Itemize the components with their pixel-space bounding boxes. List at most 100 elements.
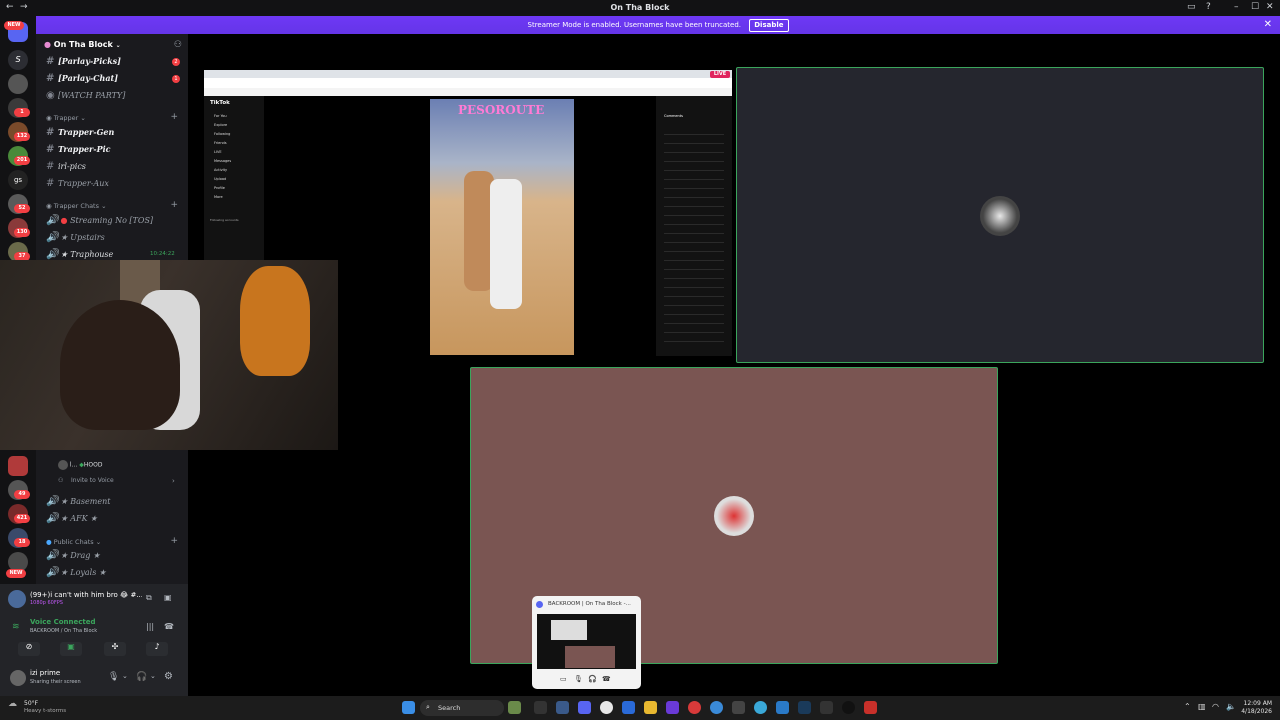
disconnect-icon[interactable]: ☎ (602, 675, 611, 683)
search-box[interactable]: ⌕ Search (420, 700, 504, 716)
help-icon[interactable]: ? (1206, 2, 1211, 12)
comments-tab[interactable]: Comments (664, 114, 683, 118)
stream-settings-icon[interactable]: ⧉ (146, 593, 152, 603)
add-channel-icon[interactable]: + (170, 200, 178, 210)
file-explorer-icon[interactable] (644, 701, 657, 714)
terminal-icon[interactable] (820, 701, 833, 714)
voice-member[interactable]: l... ◆HOOD (58, 460, 102, 470)
volume-icon[interactable]: 🔈 (1226, 702, 1236, 711)
channel-watch-party[interactable]: ◉ [WATCH PARTY] (46, 90, 125, 101)
clock-date[interactable]: 4/18/2026 (1240, 708, 1272, 715)
channel-trapper-pic[interactable]: # Trapper-Pic (46, 144, 111, 155)
noise-suppression-icon[interactable]: ||| (146, 622, 154, 631)
app-icon[interactable] (710, 701, 723, 714)
chevron-down-icon[interactable]: ⌄ (122, 672, 128, 680)
voice-tile[interactable] (736, 67, 1264, 363)
close-banner-icon[interactable]: ✕ (1264, 16, 1272, 34)
category-trapper-chats[interactable]: ◉ Trapper Chats ⌄ (46, 202, 107, 210)
add-member-icon[interactable]: ⚇ (174, 40, 182, 50)
wifi-icon[interactable]: ◠ (1212, 702, 1219, 711)
channel-loyals[interactable]: 🔊 ★ Loyals ★ (46, 567, 106, 578)
invite-to-voice[interactable]: ⚇ Invite to Voice (58, 477, 114, 484)
app-icon[interactable] (622, 701, 635, 714)
headphones-icon[interactable]: 🎧 (136, 672, 147, 682)
chevron-right-icon[interactable]: › (172, 477, 175, 485)
minimize-icon[interactable]: – (1234, 2, 1239, 12)
voice-status[interactable]: Voice Connected (30, 618, 96, 626)
disable-streamer-mode-button[interactable]: Disable (749, 19, 789, 32)
tiktok-nav-item[interactable]: For You (214, 114, 227, 118)
activities-button[interactable]: ✣ (104, 642, 126, 656)
widgets-icon[interactable] (508, 701, 521, 714)
screen-share-button[interactable]: ▣ (60, 642, 82, 656)
screen-icon[interactable]: ▣ (164, 593, 172, 602)
chevron-down-icon[interactable]: ⌄ (150, 672, 156, 680)
discord-icon[interactable] (578, 701, 591, 714)
tiktok-video[interactable]: PESOROUTE (430, 99, 574, 355)
weather-temp[interactable]: 50°F (24, 700, 38, 707)
clock-time[interactable]: 12:09 AM (1242, 700, 1272, 707)
app-icon[interactable] (556, 701, 569, 714)
tiktok-nav-item[interactable]: Following (214, 132, 230, 136)
disconnect-icon[interactable]: ☎ (164, 622, 174, 631)
app-icon[interactable] (666, 701, 679, 714)
add-channel-icon[interactable]: + (170, 536, 178, 546)
headphones-icon[interactable]: 🎧 (588, 675, 597, 683)
stake-server-icon[interactable]: S (8, 50, 28, 70)
chevron-up-icon[interactable]: ⌃ (1184, 702, 1191, 711)
network-icon[interactable]: ▥ (1198, 702, 1206, 711)
channel-upstairs[interactable]: 🔊 ★ Upstairs (46, 232, 105, 243)
tiktok-nav-item[interactable]: Explore (214, 123, 227, 127)
inbox-icon[interactable]: ▭ (1187, 2, 1196, 12)
voice-location[interactable]: BACKROOM / On Tha Block (30, 628, 97, 634)
microphone-icon[interactable]: 🎙 (108, 672, 119, 682)
category-trapper[interactable]: ◉ Trapper ⌄ (46, 114, 86, 122)
chrome-icon[interactable] (600, 701, 613, 714)
tiktok-nav-item[interactable]: Friends (214, 141, 227, 145)
tiktok-nav-item[interactable]: Messages (214, 159, 231, 163)
steam-icon[interactable] (798, 701, 811, 714)
channel-parlay-picks[interactable]: # [Parlay-Picks] (46, 56, 121, 67)
channel-trapper-aux[interactable]: # Trapper-Aux (46, 178, 109, 189)
channel-irl-pics[interactable]: # irl-pics (46, 161, 86, 172)
task-view-icon[interactable] (534, 701, 547, 714)
discord-icon (536, 601, 543, 608)
soundboard-button[interactable]: ♪ (146, 642, 168, 656)
server-icon[interactable] (8, 456, 28, 476)
channel-parlay-chat[interactable]: # [Parlay-Chat] (46, 73, 118, 84)
channel-streaming-no-tos[interactable]: 🔊 ● Streaming No [TOS] (46, 215, 153, 226)
start-icon[interactable] (402, 701, 415, 714)
obs-icon[interactable] (842, 701, 855, 714)
channel-afk[interactable]: 🔊 ★ AFK ★ (46, 513, 97, 524)
camera-icon[interactable]: ▭ (560, 675, 567, 683)
tiktok-nav-item[interactable]: Activity (214, 168, 227, 172)
gear-icon[interactable]: ⚙ (164, 671, 173, 682)
user-name[interactable]: izi prime (30, 669, 60, 677)
tiktok-nav-item[interactable]: Upload (214, 177, 226, 181)
category-public-chats[interactable]: ● Public Chats ⌄ (46, 538, 101, 546)
app-icon[interactable] (776, 701, 789, 714)
channel-basement[interactable]: 🔊 ★ Basement (46, 496, 110, 507)
tiktok-nav-item[interactable]: LIVE (214, 150, 222, 154)
channel-drag[interactable]: 🔊 ★ Drag ★ (46, 550, 100, 561)
text-channel-icon: # (46, 127, 55, 138)
server-icon[interactable] (8, 74, 28, 94)
camera-off-button[interactable]: ⊘ (18, 642, 40, 656)
avatar[interactable] (10, 670, 26, 686)
add-channel-icon[interactable]: + (170, 112, 178, 122)
channel-traphouse[interactable]: 🔊 ★ Traphouse (46, 249, 113, 260)
server-name[interactable]: ● On Tha Block ⌄ (44, 40, 121, 49)
edge-icon[interactable] (754, 701, 767, 714)
app-icon[interactable] (864, 701, 877, 714)
close-window-icon[interactable]: ✕ (1266, 2, 1274, 12)
maximize-icon[interactable]: ☐ (1251, 2, 1259, 12)
server-name-label: On Tha Block (53, 40, 113, 49)
app-icon[interactable] (688, 701, 701, 714)
tiktok-nav-item[interactable]: More (214, 195, 223, 199)
channel-trapper-gen[interactable]: # Trapper-Gen (46, 127, 114, 138)
microphone-icon[interactable]: 🎙 (574, 675, 583, 683)
tiktok-nav-item[interactable]: Profile (214, 186, 225, 190)
taskbar-preview-popup[interactable]: BACKROOM | On Tha Block -... ▭ 🎙 🎧 ☎ (532, 596, 641, 689)
gs-server-icon[interactable]: gs (8, 170, 28, 190)
app-icon[interactable] (732, 701, 745, 714)
